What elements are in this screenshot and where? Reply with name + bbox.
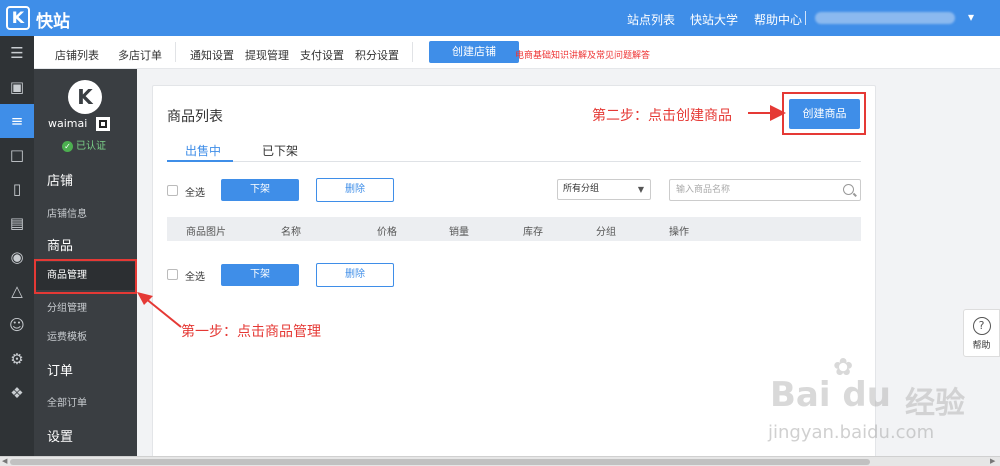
delete-button-bottom[interactable]: 删除 [316,263,394,287]
subnav-notify-settings[interactable]: 通知设置 [190,47,234,63]
subnav-notice-link[interactable]: 电商基础知识讲解及常见问题解答 [515,48,650,61]
group-select-value: 所有分组 [563,184,600,194]
shop-name: waimai [48,117,88,130]
wechat-icon[interactable]: ◉ [0,240,34,274]
sidebar-item-all-orders[interactable]: 全部订单 [47,394,87,409]
top-link-university[interactable]: 快站大学 [690,11,738,28]
top-divider [805,11,806,25]
select-all-checkbox-bottom[interactable] [167,269,178,280]
puzzle-icon[interactable]: ❖ [0,376,34,410]
group-select[interactable]: 所有分组 ▼ [557,179,651,200]
select-all-label: 全选 [185,188,205,199]
top-link-help-center[interactable]: 帮助中心 [754,11,802,28]
sidebar-group-settings: 设置 [47,430,74,445]
sidebar-item-group-manage[interactable]: 分组管理 [47,299,87,314]
create-product-button[interactable]: 创建商品 [789,99,860,129]
search-placeholder: 输入商品名称 [676,185,731,195]
sub-nav: 店铺列表 多店订单 通知设置 提现管理 支付设置 积分设置 创建店铺 电商基础知… [34,36,1000,69]
avatar[interactable]: K [68,80,102,114]
sidebar-group-store: 店铺 [47,174,74,189]
take-down-button-bottom[interactable]: 下架 [221,264,299,286]
column-stock: 库存 [523,227,543,238]
step2-annotation: 第二步：点击创建商品 [592,108,732,124]
scroll-left-icon[interactable]: ◀ [2,457,7,466]
subnav-withdraw-manage[interactable]: 提现管理 [245,47,289,63]
sidebar-group-product: 商品 [47,239,74,254]
page-title: 商品列表 [167,109,223,125]
chevron-down-icon: ▼ [637,185,644,194]
user-icon[interactable]: ☺ [0,308,34,342]
arrow-step1-icon [137,292,182,328]
tablet-icon[interactable]: ▯ [0,172,34,206]
icon-rail: ☰ ▣ ≡ □ ▯ ▤ ◉ △ ☺ ⚙ ❖ [0,36,34,456]
delete-button[interactable]: 删除 [316,178,394,202]
question-icon: ? [972,317,991,335]
horizontal-scrollbar[interactable]: ◀ ▶ [0,456,1000,466]
sidebar-item-freight-template[interactable]: 运费模板 [47,328,87,343]
tab-underline [167,161,861,162]
subnav-points-settings[interactable]: 积分设置 [355,47,399,63]
cart-list-icon[interactable]: ≡ [0,104,34,138]
baidu-watermark: Bai du [770,375,891,415]
paw-icon: ✿ [833,353,854,381]
layers-icon[interactable]: ☰ [0,36,34,70]
sidebar-group-order: 订单 [47,364,74,379]
gear-icon[interactable]: ⚙ [0,342,34,376]
antenna-icon[interactable]: △ [0,274,34,308]
tab-on-sale[interactable]: 出售中 [185,142,221,159]
column-actions: 操作 [669,227,689,238]
column-sales: 销量 [449,227,469,238]
column-group: 分组 [596,227,616,238]
verified-badge: ✓ 已认证 [62,137,106,152]
logo-icon[interactable]: K [6,6,30,30]
select-all-label-bottom: 全选 [185,272,205,283]
qr-code-icon[interactable] [96,117,110,131]
take-down-button[interactable]: 下架 [221,179,299,201]
subnav-divider [412,42,413,62]
help-widget[interactable]: ? 帮助 [963,309,1000,357]
create-store-button[interactable]: 创建店铺 [429,41,519,63]
chat-icon[interactable]: □ [0,138,34,172]
top-link-site-list[interactable]: 站点列表 [627,11,675,28]
tab-off-shelf[interactable]: 已下架 [262,142,298,159]
subnav-payment-settings[interactable]: 支付设置 [300,47,344,63]
select-all-checkbox[interactable] [167,185,178,196]
sidebar-item-store-info[interactable]: 店铺信息 [47,205,87,220]
monitor-icon[interactable]: ▣ [0,70,34,104]
top-bar: K 快站 站点列表 快站大学 帮助中心 ▾ [0,0,1000,36]
user-account-blurred[interactable] [815,12,955,24]
document-icon[interactable]: ▤ [0,206,34,240]
help-label: 帮助 [972,341,991,351]
subnav-multi-store-orders[interactable]: 多店订单 [118,47,162,63]
check-icon: ✓ [62,141,73,152]
baidu-watermark-cn: 经验 [905,386,965,421]
watermark-url: jingyan.baidu.com [768,422,935,443]
step1-annotation: 第一步：点击商品管理 [181,324,321,340]
verified-label: 已认证 [76,141,106,152]
column-name: 名称 [281,227,301,238]
scroll-right-icon[interactable]: ▶ [990,457,995,466]
search-input[interactable]: 输入商品名称 [669,179,861,201]
table-header: 商品图片 名称 价格 销量 库存 分组 操作 [167,217,861,241]
highlight-product-manage [34,259,137,294]
scrollbar-thumb[interactable] [10,459,870,465]
subnav-store-list[interactable]: 店铺列表 [55,47,99,63]
column-product-image: 商品图片 [186,227,226,238]
tab-active-indicator [167,160,233,162]
search-icon[interactable] [843,184,854,195]
column-price: 价格 [377,227,397,238]
subnav-divider [175,42,176,62]
app-title[interactable]: 快站 [36,7,70,32]
chevron-down-icon[interactable]: ▾ [968,10,974,24]
